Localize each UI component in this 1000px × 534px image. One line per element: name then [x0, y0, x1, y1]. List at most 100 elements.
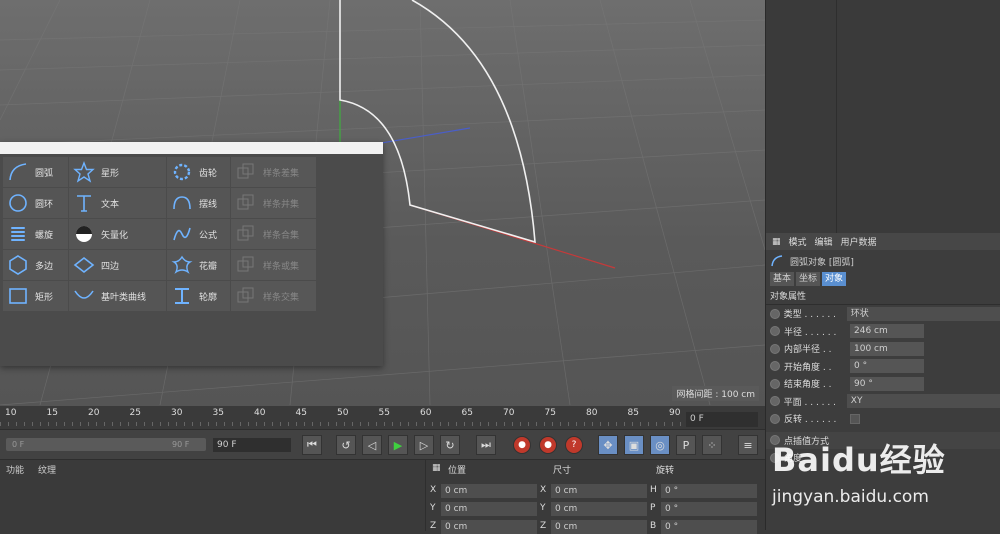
size-value-field[interactable]: 0 cm [551, 484, 647, 498]
timeline-menu-icon[interactable]: ≡ [738, 435, 758, 455]
reverse-checkbox[interactable] [850, 413, 860, 424]
property-list: 类型 . . . . . . 环状 半径 . . . . . . 246 cm 内部半径… [766, 305, 1000, 428]
animate-dot-icon[interactable] [770, 378, 780, 389]
property-value-field[interactable]: 100 cm [850, 341, 924, 356]
spline-tool-button[interactable]: 摆线 [167, 188, 230, 218]
tab-coord[interactable]: 坐标 [796, 272, 821, 286]
scale-key-icon[interactable]: ▣ [624, 435, 644, 455]
spline-tool-button[interactable]: 文本 [69, 188, 166, 218]
grid-spacing-label: 网格间距 : 100 cm [672, 386, 759, 401]
position-value-field[interactable]: 0 cm [441, 502, 537, 516]
grid-menu-icon[interactable]: ▦ [432, 463, 441, 473]
property-row: 开始角度 . . 0 ° [766, 358, 1000, 376]
spline-tool-grid: 圆弧 星形 齿轮 样条差集圆环 文本 摆线 样条并集螺旋 矢量化 公式 样条合集多边 四边 花瓣 样条或… [3, 157, 316, 311]
rotation-value-field[interactable]: 0 ° [661, 502, 757, 516]
autokey-icon[interactable]: ● [539, 436, 557, 454]
timeline-tick-label: 55 [378, 408, 390, 418]
popup-title-bar[interactable] [0, 142, 383, 154]
rotation-value-field[interactable]: 0 ° [661, 484, 757, 498]
property-value-field[interactable]: 246 cm [850, 324, 924, 339]
spline-tool-button[interactable]: 矩形 [3, 281, 68, 311]
spline-tool-button[interactable]: 多边 [3, 250, 68, 280]
object-title: 圆弧对象 [圆弧] [790, 257, 854, 268]
timeline-ruler[interactable]: 10 15 20 25 30 35 40 45 50 55 60 65 70 75 80 85 90 0 F [0, 405, 765, 429]
prev-frame-icon[interactable]: ◁ [362, 435, 382, 455]
spline-union-icon [235, 192, 257, 214]
property-value-field[interactable]: XY [846, 394, 1000, 409]
size-header: 尺寸 [553, 466, 572, 476]
size-value-field[interactable]: 0 cm [551, 520, 647, 534]
timeline-tick-label: 30 [171, 408, 183, 418]
spline-tool-button[interactable]: 样条合集 [231, 219, 316, 249]
timeline-tick-label: 20 [88, 408, 100, 418]
animate-dot-icon[interactable] [770, 396, 780, 407]
spline-tool-label: 样条差集 [263, 168, 300, 179]
end-frame-field[interactable]: 90 F [213, 438, 291, 452]
grid-menu-icon[interactable]: ▦ [772, 237, 781, 247]
spline-tool-button[interactable]: 样条差集 [231, 157, 316, 187]
rotation-axis-label: H [650, 485, 657, 495]
spline-tool-button[interactable]: 样条并集 [231, 188, 316, 218]
transport-bar: 0 F 90 F 90 F ⏮ ↺ ◁ ▶ ▷ ↻ ⏭ ● ● ? ✥ ▣ ◎ … [0, 429, 765, 459]
position-value-field[interactable]: 0 cm [441, 484, 537, 498]
goto-end-icon[interactable]: ⏭ [476, 435, 496, 455]
spline-tool-button[interactable]: 基叶类曲线 [69, 281, 166, 311]
spline-tool-button[interactable]: 齿轮 [167, 157, 230, 187]
spline-tool-button[interactable]: 样条交集 [231, 281, 316, 311]
spline-tool-button[interactable]: 矢量化 [69, 219, 166, 249]
tab-texture[interactable]: 纹理 [38, 463, 56, 476]
property-value-field[interactable]: 90 ° [850, 376, 924, 391]
spline-or-icon [235, 254, 257, 276]
profile-icon [171, 285, 193, 307]
size-axis-label: X [540, 485, 547, 495]
record-key-icon[interactable]: ● [513, 436, 531, 454]
flower-icon [171, 254, 193, 276]
spline-tool-button[interactable]: 星形 [69, 157, 166, 187]
spline-tool-label: 轮廓 [199, 292, 218, 303]
spline-tool-button[interactable]: 样条或集 [231, 250, 316, 280]
spline-tool-label: 螺旋 [35, 230, 54, 241]
spline-tool-button[interactable]: 圆弧 [3, 157, 68, 187]
spline-tool-button[interactable]: 圆环 [3, 188, 68, 218]
next-frame-icon[interactable]: ▷ [414, 435, 434, 455]
menu-user-data[interactable]: 用户数据 [841, 235, 877, 248]
rotate-key-icon[interactable]: ◎ [650, 435, 670, 455]
spline-tool-button[interactable]: 螺旋 [3, 219, 68, 249]
move-key-icon[interactable]: ✥ [598, 435, 618, 455]
param-key-icon[interactable]: P [676, 435, 696, 455]
spline-tool-button[interactable]: 轮廓 [167, 281, 230, 311]
keyframe-help-icon[interactable]: ? [565, 436, 583, 454]
spline-tool-button[interactable]: 花瓣 [167, 250, 230, 280]
tab-basic[interactable]: 基本 [770, 272, 795, 286]
animate-dot-icon[interactable] [770, 343, 780, 354]
range-slider[interactable]: 0 F 90 F [6, 438, 206, 451]
spline-tool-button[interactable]: 四边 [69, 250, 166, 280]
tab-function[interactable]: 功能 [6, 463, 24, 476]
animate-dot-icon[interactable] [770, 413, 780, 424]
tab-object[interactable]: 对象 [822, 272, 847, 286]
property-value-field[interactable]: 0 ° [850, 359, 924, 374]
menu-edit[interactable]: 编辑 [815, 235, 833, 248]
play-icon[interactable]: ▶ [388, 435, 408, 455]
rectangle-icon [7, 285, 29, 307]
animate-dot-icon[interactable] [770, 308, 780, 319]
position-axis-label: Y [430, 503, 436, 513]
menu-mode[interactable]: 模式 [789, 235, 807, 248]
goto-start-icon[interactable]: ⏮ [302, 435, 322, 455]
slider-end: 90 F [172, 440, 190, 449]
animate-dot-icon[interactable] [770, 326, 780, 337]
coordinate-manager: 功能 纹理 ▦ 位置 尺寸 旋转 X0 cm X 0 cm H 0 ° Y 0 cm Y 0 c… [0, 459, 765, 534]
animate-dot-icon[interactable] [770, 361, 780, 372]
prev-key-icon[interactable]: ↺ [336, 435, 356, 455]
next-key-icon[interactable]: ↻ [440, 435, 460, 455]
point-level-icon[interactable]: ⁘ [702, 435, 722, 455]
position-value-field[interactable]: 0 cm [441, 520, 537, 534]
timeline-track [0, 422, 682, 426]
spline-tool-button[interactable]: 公式 [167, 219, 230, 249]
rotation-value-field[interactable]: 0 ° [661, 520, 757, 534]
current-frame-field[interactable]: 0 F [686, 412, 758, 427]
size-value-field[interactable]: 0 cm [551, 502, 647, 516]
property-value-field[interactable]: 环状 [846, 306, 1000, 321]
spline-tool-label: 圆弧 [35, 168, 54, 179]
timeline-tick-label: 35 [212, 408, 224, 418]
